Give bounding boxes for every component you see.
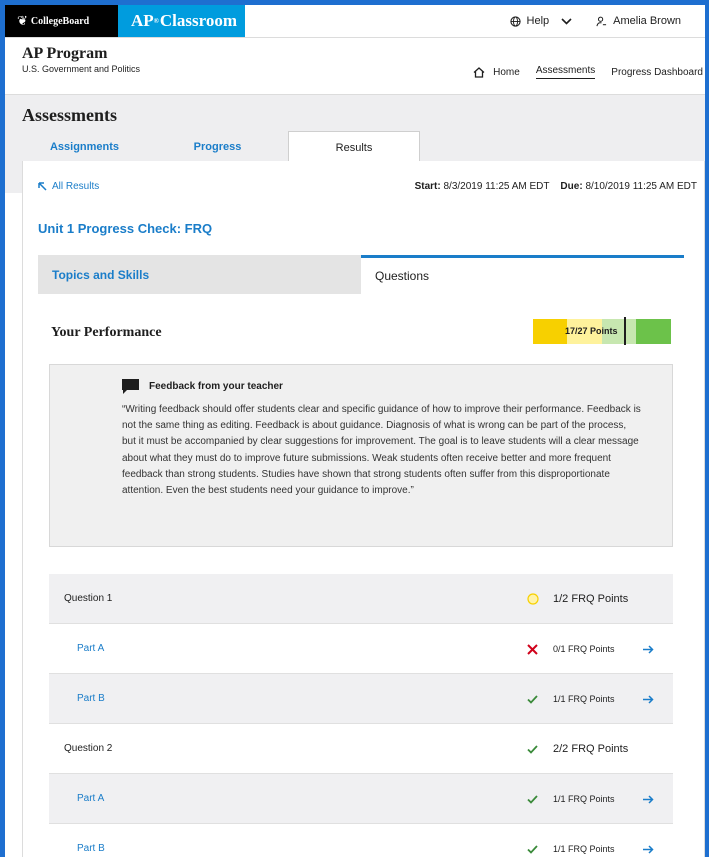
program-header: AP Program U.S. Government and Politics …: [5, 38, 705, 95]
start-label: Start:: [414, 181, 441, 192]
course-name: U.S. Government and Politics: [22, 64, 141, 74]
all-results-link[interactable]: All Results: [38, 181, 99, 192]
assignment-dates: Start: 8/3/2019 11:25 AM EDT Due: 8/10/2…: [415, 181, 697, 192]
question-part-row[interactable]: Part A 1/1 FRQ Points: [49, 774, 673, 824]
performance-title: Your Performance: [51, 325, 162, 340]
part-name[interactable]: Part A: [77, 643, 104, 654]
topbar-actions: Help Amelia Brown: [509, 5, 705, 37]
due-value: 8/10/2019 11:25 AM EDT: [585, 181, 697, 192]
check-icon: [527, 694, 538, 704]
part-name[interactable]: Part B: [77, 693, 105, 704]
performance-band-low: [533, 319, 567, 344]
nav-progress-dashboard[interactable]: Progress Dashboard: [611, 67, 703, 78]
teacher-feedback: Feedback from your teacher “Writing feed…: [49, 364, 673, 547]
collegeboard-logo[interactable]: ❦ CollegeBoard: [5, 5, 118, 37]
page-title: Assessments: [22, 105, 118, 125]
tab-progress[interactable]: Progress: [147, 131, 288, 163]
nav-home[interactable]: Home: [473, 67, 520, 78]
status-indicator: [527, 724, 538, 774]
app-frame: ❦ CollegeBoard AP ® Classroom Help Amelia…: [5, 5, 705, 857]
check-icon: [527, 844, 538, 854]
status-indicator: [527, 574, 539, 624]
x-icon: [527, 643, 538, 655]
program-title: AP Program: [22, 45, 108, 62]
start-value: 8/3/2019 11:25 AM EDT: [443, 181, 550, 192]
performance-points: 17/27 Points: [565, 326, 618, 336]
app-name: AP: [131, 11, 154, 30]
performance-band-high: [636, 319, 671, 344]
tab-assignments[interactable]: Assignments: [22, 131, 147, 163]
check-icon: [527, 744, 538, 754]
assessment-tabs: Assignments Progress Results: [22, 131, 420, 163]
app-name-rest: Classroom: [159, 11, 238, 30]
frq-points: 2/2 FRQ Points: [553, 742, 629, 755]
question-row: Question 2 2/2 FRQ Points: [49, 724, 673, 774]
help-menu[interactable]: Help: [509, 15, 573, 27]
status-indicator: [527, 674, 538, 724]
question-part-row[interactable]: Part B 1/1 FRQ Points: [49, 674, 673, 724]
arrow-right-icon: [643, 794, 654, 804]
status-indicator: [527, 624, 538, 674]
ap-classroom-logo[interactable]: AP ® Classroom: [118, 5, 245, 37]
frq-points: 1/2 FRQ Points: [553, 592, 629, 605]
question-row: Question 1 1/2 FRQ Points: [49, 574, 673, 624]
question-part-row[interactable]: Part A 0/1 FRQ Points: [49, 624, 673, 674]
frq-points: 1/1 FRQ Points: [553, 793, 615, 804]
performance-bar: 17/27 Points: [533, 317, 671, 345]
globe-icon: [509, 15, 521, 27]
program-nav: Home Assessments Progress Dashboard: [473, 65, 703, 79]
feedback-text: “Writing feedback should offer students …: [122, 404, 641, 497]
collegeboard-logo-text: CollegeBoard: [30, 15, 90, 27]
results-subtabs: Topics and Skills Questions: [38, 255, 684, 294]
open-part-button[interactable]: [643, 824, 654, 857]
nav-progress-dashboard-label: Progress Dashboard: [611, 66, 703, 78]
home-icon: [473, 66, 485, 78]
open-part-button[interactable]: [643, 774, 654, 824]
nav-assessments-label: Assessments: [535, 65, 596, 76]
tab-results[interactable]: Results: [288, 131, 420, 163]
partial-circle-icon: [527, 593, 539, 605]
status-indicator: [527, 774, 538, 824]
question-list: Question 1 1/2 FRQ Points Part A 0/1 FRQ Po…: [49, 574, 673, 857]
user-name: Amelia Brown: [613, 15, 681, 27]
chevron-down-icon: [561, 17, 572, 25]
acorn-icon: ❦: [17, 13, 28, 29]
feedback-heading-row: Feedback from your teacher: [122, 379, 283, 394]
part-name[interactable]: Part B: [77, 843, 105, 854]
arrow-right-icon: [643, 644, 654, 654]
frq-points: 1/1 FRQ Points: [553, 843, 615, 854]
due-label: Due:: [560, 181, 583, 192]
part-name[interactable]: Part A: [77, 793, 104, 804]
frq-points: 0/1 FRQ Points: [553, 643, 615, 654]
question-part-row[interactable]: Part B 1/1 FRQ Points: [49, 824, 673, 857]
app-name-registered: ®: [153, 17, 159, 25]
top-bar: ❦ CollegeBoard AP ® Classroom Help Amelia…: [5, 5, 705, 38]
all-results-label: All Results: [52, 181, 100, 192]
arrow-right-icon: [643, 694, 654, 704]
open-part-button[interactable]: [643, 624, 654, 674]
tab-topics-and-skills[interactable]: Topics and Skills: [38, 255, 361, 294]
nav-home-label: Home: [493, 66, 520, 78]
results-panel: All Results Start: 8/3/2019 11:25 AM EDT…: [22, 161, 705, 857]
question-name: Question 1: [64, 593, 113, 604]
help-label: Help: [526, 15, 550, 27]
status-indicator: [527, 824, 538, 857]
check-icon: [527, 794, 538, 804]
question-name: Question 2: [64, 743, 113, 754]
frq-points: 1/1 FRQ Points: [553, 693, 615, 704]
performance-marker: [624, 317, 626, 345]
tab-questions[interactable]: Questions: [361, 255, 684, 294]
nav-assessments[interactable]: Assessments: [535, 65, 596, 79]
speech-bubble-icon: [122, 379, 139, 394]
user-icon: [596, 16, 607, 26]
arrow-up-left-icon: [38, 182, 47, 191]
open-part-button[interactable]: [643, 674, 654, 724]
user-menu[interactable]: Amelia Brown: [596, 15, 681, 27]
assessment-title: Unit 1 Progress Check: FRQ: [38, 221, 213, 236]
arrow-right-icon: [643, 844, 654, 854]
feedback-heading: Feedback from your teacher: [149, 381, 283, 392]
